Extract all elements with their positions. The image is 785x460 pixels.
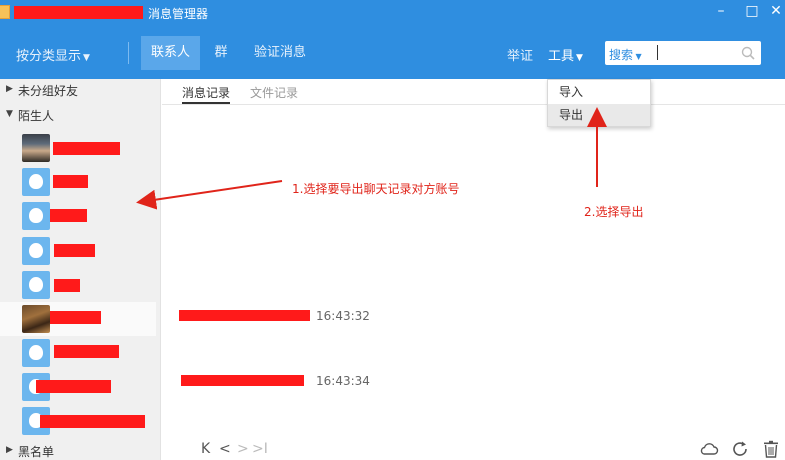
report-button[interactable]: 举证 [507, 45, 533, 64]
search-input[interactable]: 搜索 ▼ [605, 41, 761, 65]
group-strangers[interactable]: ▼ 陌生人 [0, 105, 160, 125]
annotation-step2: 2.选择导出 [584, 205, 644, 219]
title-bar: 消息管理器 – □ ✕ [0, 0, 785, 27]
group-ungrouped-friends[interactable]: ▶ 未分组好友 [0, 80, 160, 100]
contact-item[interactable] [0, 234, 160, 268]
group-label: 陌生人 [18, 109, 55, 123]
caret-right-icon: ▶ [6, 445, 13, 455]
redacted-contact-name [36, 380, 111, 393]
redacted-username [14, 6, 143, 19]
tab-verify-messages[interactable]: 验证消息 [248, 36, 312, 70]
contact-item[interactable] [0, 131, 160, 165]
tab-file-records[interactable]: 文件记录 [250, 84, 298, 101]
search-scope-label: 搜索 [609, 48, 634, 62]
contact-item[interactable] [0, 336, 160, 370]
menu-item-import[interactable]: 导入 [548, 81, 650, 103]
tab-message-records[interactable]: 消息记录 [182, 84, 230, 101]
group-label: 黑名单 [18, 445, 55, 459]
refresh-icon[interactable] [731, 440, 751, 458]
caret-down-icon: ▼ [6, 109, 13, 119]
window-title: 消息管理器 [148, 7, 209, 21]
trash-icon[interactable] [761, 440, 781, 458]
close-button[interactable]: ✕ [766, 2, 785, 20]
search-icon[interactable] [740, 45, 756, 61]
redacted-contact-name [53, 175, 88, 188]
default-avatar-icon [22, 339, 50, 367]
contact-item[interactable] [0, 370, 160, 404]
message-time: 16:43:32 [316, 309, 370, 323]
contact-item[interactable] [0, 404, 160, 438]
divider [162, 104, 785, 105]
default-avatar-icon [22, 168, 50, 196]
redacted-contact-name [54, 244, 95, 257]
app-icon [0, 5, 10, 19]
sort-label: 按分类显示 [16, 49, 82, 64]
tab-contacts[interactable]: 联系人 [141, 36, 200, 70]
prev-page-button[interactable]: < [219, 441, 231, 457]
search-scope-dropdown[interactable]: 搜索 ▼ [609, 46, 642, 63]
contact-item[interactable] [0, 268, 160, 302]
redacted-contact-name [50, 209, 87, 222]
minimize-button[interactable]: – [711, 2, 731, 20]
contact-item[interactable] [0, 199, 160, 233]
redacted-contact-name [40, 415, 145, 428]
message-panel: 消息记录 文件记录 16:43:32 16:43:34 [162, 79, 785, 460]
chevron-down-icon: ▼ [576, 53, 583, 63]
caret-right-icon: ▶ [6, 84, 13, 94]
maximize-button[interactable]: □ [742, 2, 762, 20]
first-page-button[interactable]: K [201, 441, 210, 457]
avatar [22, 134, 50, 162]
last-page-button[interactable]: >I [252, 441, 268, 457]
redacted-contact-name [54, 345, 119, 358]
redacted-contact-name [53, 142, 120, 155]
cloud-icon[interactable] [699, 440, 719, 458]
sort-dropdown[interactable]: 按分类显示 ▼ [16, 45, 90, 64]
next-page-button[interactable]: > [237, 441, 249, 457]
text-cursor [657, 45, 658, 60]
redacted-contact-name [50, 311, 101, 324]
chevron-down-icon: ▼ [633, 52, 642, 61]
default-avatar-icon [22, 202, 50, 230]
avatar [22, 305, 50, 333]
nav-bar: 按分类显示 ▼ 联系人 群 验证消息 举证 工具 ▼ 搜索 ▼ [0, 27, 785, 79]
default-avatar-icon [22, 271, 50, 299]
contact-item-selected[interactable] [0, 302, 156, 336]
contact-sidebar: ▶ 未分组好友 ▼ 陌生人 ▶ 黑名单 [0, 79, 161, 460]
group-label: 未分组好友 [18, 84, 79, 98]
nav-divider [128, 42, 129, 64]
contact-item[interactable] [0, 165, 160, 199]
annotation-step1: 1.选择要导出聊天记录对方账号 [292, 182, 460, 196]
tools-menu-button[interactable]: 工具 ▼ [548, 45, 583, 64]
redacted-contact-name [54, 279, 80, 292]
tools-label: 工具 [548, 49, 575, 64]
redacted-sender [179, 310, 310, 321]
redacted-sender [181, 375, 304, 386]
menu-item-export[interactable]: 导出 [548, 104, 650, 126]
message-time: 16:43:34 [316, 374, 370, 388]
default-avatar-icon [22, 237, 50, 265]
tools-dropdown-menu: 导入 导出 [547, 79, 651, 127]
chevron-down-icon: ▼ [83, 53, 90, 63]
tab-groups[interactable]: 群 [208, 36, 234, 70]
group-blacklist[interactable]: ▶ 黑名单 [0, 441, 160, 460]
